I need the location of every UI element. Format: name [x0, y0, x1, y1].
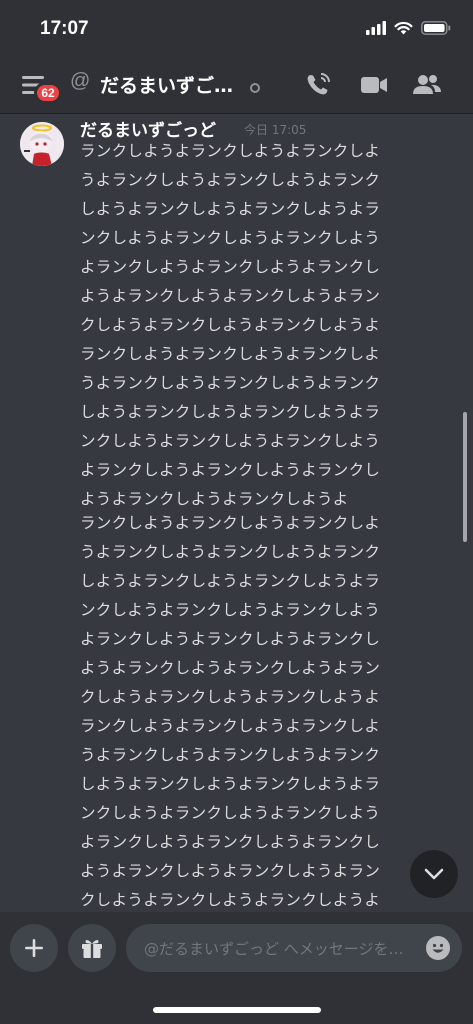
video-call-button[interactable] [359, 71, 389, 99]
message-line: ランクしようよランクしようよランクしよ [80, 717, 381, 735]
status-time: 17:07 [40, 18, 89, 39]
channel-header: 62 @ だるまいずご… [0, 56, 473, 114]
scrollbar[interactable] [463, 412, 467, 542]
gift-icon [82, 940, 102, 958]
message-line: うよランクしようよランクしようよランク [80, 171, 381, 189]
video-camera-icon [361, 77, 387, 93]
message-line: ランクしようよランクしようよランクしよ [80, 142, 381, 160]
message-list[interactable]: だるまいずごっど 今日 17:05 ランクしようよランクしようよランクしよ うよ… [0, 114, 473, 912]
message-line: クしようよランクしようよランクしようよ [80, 316, 381, 334]
message-line: ようよランクしようよランクしようよラン [80, 659, 381, 677]
message-timestamp: 今日 17:05 [244, 123, 307, 137]
message-line: よランクしようよランクしようよランクし [80, 630, 381, 648]
message-line: ンクしようよランクしようよランクしよう [80, 432, 381, 450]
wifi-icon [394, 21, 413, 35]
message-line: ンクしようよランクしようよランクしよう [80, 601, 381, 619]
unread-badge: 62 [34, 82, 62, 104]
message-line: しようよランクしようよランクしようよラ [80, 775, 381, 793]
message-line: うよランクしようよランクしようよランク [80, 543, 381, 561]
message-line: うよランクしようよランクしようよランク [80, 746, 381, 764]
message-line: よランクしようよランクしようよランクし [80, 833, 381, 851]
message-line: しようよランクしようよランクしようよラ [80, 572, 381, 590]
signal-icon [366, 21, 386, 35]
message-line: ランクしようよランクしようよランクしよ [80, 514, 381, 532]
members-button[interactable] [412, 71, 442, 99]
add-attachment-button[interactable] [10, 924, 58, 972]
message-line: クしようよランクしようよランクしようよ [80, 688, 381, 706]
chevron-down-icon [424, 868, 444, 880]
message-input[interactable]: @だるまいずごっど へメッセージを送信 [126, 924, 462, 972]
message-line: ンクしようよランクしようよランクしよう [80, 804, 381, 822]
jump-to-present-button[interactable] [410, 850, 458, 898]
message-content: ランクしようよランクしようよランクしよ うよランクしようよランクしようよランク … [80, 137, 450, 912]
emoji-button[interactable] [426, 936, 450, 960]
battery-icon [421, 21, 451, 35]
message-line: ランクしようよランクしようよランクしよ [80, 345, 381, 363]
status-bar: 17:07 [0, 0, 473, 56]
message-line: ようよランクしようよランクしようよラン [80, 287, 381, 305]
message-line: よランクしようよランクしようよランクし [80, 461, 381, 479]
message-input-placeholder: @だるまいずごっど へメッセージを送信 [144, 940, 408, 958]
message-line: しようよランクしようよランクしようよラ [80, 403, 381, 421]
avatar-image [20, 122, 64, 166]
phone-call-icon [307, 73, 330, 95]
offline-status-icon [250, 83, 260, 93]
message-line: うよランクしようよランクしようよランク [80, 374, 381, 392]
status-icons [366, 21, 451, 35]
members-icon [413, 75, 441, 94]
voice-call-button[interactable] [304, 71, 334, 99]
home-indicator[interactable] [153, 1007, 321, 1013]
message-line: ンクしようよランクしようよランクしよう [80, 229, 381, 247]
gift-button[interactable] [68, 924, 116, 972]
message-line: よランクしようよランクしようよランクし [80, 258, 381, 276]
channel-title[interactable]: だるまいずご… [100, 71, 233, 98]
message-line: ようよランクしようよランクしようよラン [80, 862, 381, 880]
avatar[interactable] [20, 122, 64, 166]
plus-icon [25, 939, 43, 957]
at-icon: @ [70, 70, 91, 92]
emoji-icon [427, 937, 449, 959]
message-line: しようよランクしようよランクしようよラ [80, 200, 381, 218]
message-line: クしようよランクしようよランクしようよ [80, 891, 381, 909]
